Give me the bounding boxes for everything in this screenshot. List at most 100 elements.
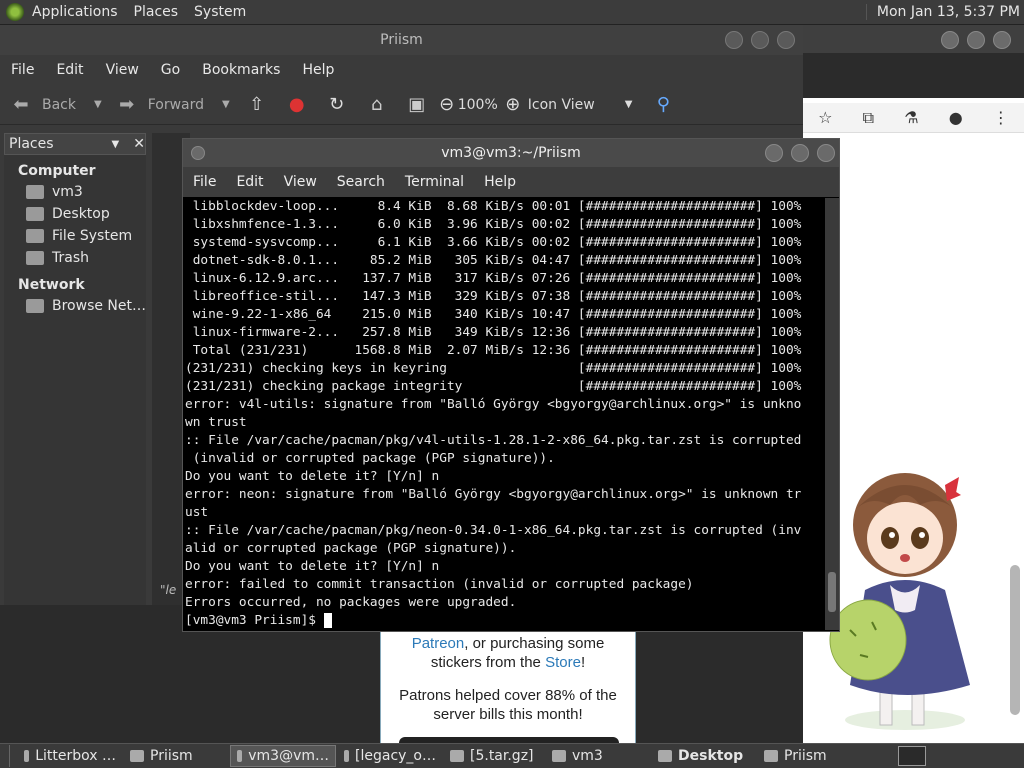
trash-icon <box>26 251 44 265</box>
taskbar-item[interactable]: Desktop <box>652 745 756 767</box>
terminal-line: linux-firmware-2... 257.8 MiB 349 KiB/s … <box>185 325 802 340</box>
fm-toolbar: ⬅ Back ▼ ➡ Forward ▼ ⇧ ● ↻ ⌂ ▣ ⊖ 100% ⊕ … <box>0 85 803 125</box>
minimize-icon[interactable] <box>941 31 959 49</box>
zoom-out-icon[interactable]: ⊖ <box>436 94 458 115</box>
maximize-icon[interactable] <box>967 31 985 49</box>
stop-icon[interactable]: ● <box>286 94 308 115</box>
taskbar-item-label: vm3@vm… <box>248 748 329 764</box>
terminal-line: error: v4l-utils: signature from "Balló … <box>185 397 802 412</box>
term-menu-view[interactable]: View <box>274 174 327 190</box>
maximize-icon[interactable] <box>751 31 769 49</box>
taskbar-item[interactable]: vm3 <box>546 745 650 767</box>
taskbar-item-label: vm3 <box>572 748 603 764</box>
chevron-down-icon[interactable]: ▼ <box>94 99 102 110</box>
patreon-link[interactable]: Patreon <box>412 635 465 652</box>
reload-icon[interactable]: ↻ <box>326 94 348 115</box>
taskbar-item[interactable]: [legacy_o… <box>338 745 442 767</box>
zoom-control[interactable]: ⊖ 100% ⊕ <box>436 94 524 115</box>
task-list: Litterbox … Priism vm3@vm… [legacy_o… [5.tar… <box>18 745 870 767</box>
scrollbar-thumb[interactable] <box>828 572 836 612</box>
term-menu-file[interactable]: File <box>183 174 226 190</box>
terminal-line: Errors occurred, no packages were upgrad… <box>185 595 517 610</box>
forward-button[interactable]: ➡ Forward ▼ <box>116 94 230 115</box>
back-button[interactable]: ⬅ Back ▼ <box>10 94 102 115</box>
terminal-line: systemd-sysvcomp... 6.1 KiB 3.66 KiB/s 0… <box>185 235 802 250</box>
mascot-illustration <box>829 473 970 730</box>
close-icon[interactable] <box>817 144 835 162</box>
term-menu-search[interactable]: Search <box>327 174 395 190</box>
term-menu-help[interactable]: Help <box>474 174 526 190</box>
close-icon[interactable] <box>777 31 795 49</box>
terminal-line: error: neon: signature from "Balló Györg… <box>185 487 802 502</box>
terminal-line: libxshmfence-1.3... 6.0 KiB 3.96 KiB/s 0… <box>185 217 802 232</box>
chevron-down-icon[interactable]: ▼ <box>112 139 120 150</box>
terminal-prompt-line[interactable]: [vm3@vm3 Priism]$ <box>185 612 825 630</box>
terminal-titlebar[interactable]: vm3@vm3:~/Priism <box>183 139 839 167</box>
fm-menu-help[interactable]: Help <box>291 62 345 78</box>
fm-menu-bookmarks[interactable]: Bookmarks <box>191 62 291 78</box>
taskbar-item[interactable]: Priism <box>124 745 228 767</box>
window-icon <box>344 750 350 762</box>
taskbar-item[interactable]: [5.tar.gz] <box>444 745 544 767</box>
taskbar-item-label: Desktop <box>678 748 744 764</box>
fm-titlebar[interactable]: Priism <box>0 25 803 55</box>
taskbar-item[interactable]: Litterbox … <box>18 745 122 767</box>
labs-flask-icon[interactable]: ⚗ <box>904 108 918 127</box>
sidebar-item-file-system[interactable]: File System <box>4 225 146 247</box>
maximize-icon[interactable] <box>791 144 809 162</box>
fm-menu-edit[interactable]: Edit <box>45 62 94 78</box>
browser-toolbar: ☆ ⧉ ⚗ ● ⋮ <box>803 103 1024 133</box>
term-menu-terminal[interactable]: Terminal <box>395 174 474 190</box>
minimize-icon[interactable] <box>725 31 743 49</box>
menu-kebab-icon[interactable]: ⋮ <box>993 108 1009 127</box>
sidebar-item-desktop[interactable]: Desktop <box>4 203 146 225</box>
workspace-switcher[interactable] <box>898 746 926 766</box>
terminal-prompt: [vm3@vm3 Priism]$ <box>185 613 324 628</box>
computer-icon[interactable]: ▣ <box>406 94 428 115</box>
close-icon[interactable] <box>993 31 1011 49</box>
sidebar-header[interactable]: Places ▼ ✕ <box>4 133 146 155</box>
patrons-text: Patrons helped cover 88% of the server b… <box>399 687 617 723</box>
view-mode-select[interactable]: Icon View ▼ <box>528 97 633 113</box>
desktop-folder-icon <box>26 207 44 221</box>
zoom-in-icon[interactable]: ⊕ <box>502 94 524 115</box>
fm-title: Priism <box>380 32 423 48</box>
sidebar-item-trash[interactable]: Trash <box>4 247 146 269</box>
terminal-line: alid or corrupted package (PGP signature… <box>185 541 517 556</box>
up-icon[interactable]: ⇧ <box>246 94 268 115</box>
extensions-icon[interactable]: ⧉ <box>863 108 874 128</box>
chevron-down-icon[interactable]: ▼ <box>222 99 230 110</box>
fm-menu-view[interactable]: View <box>95 62 150 78</box>
bookmark-star-icon[interactable]: ☆ <box>818 108 832 127</box>
profile-icon[interactable]: ● <box>949 108 963 127</box>
system-menu[interactable]: System <box>186 4 254 20</box>
top-panel: Applications Places System Mon Jan 13, 5… <box>0 0 1024 25</box>
sidebar-item-browse-network[interactable]: Browse Net… <box>4 295 146 317</box>
fm-menu-file[interactable]: File <box>0 62 45 78</box>
window-icon <box>24 750 30 762</box>
browser-scrollbar[interactable] <box>1010 565 1020 715</box>
sidebar-item-vm3[interactable]: vm3 <box>4 181 146 203</box>
applications-menu[interactable]: Applications <box>24 4 126 20</box>
search-icon[interactable]: ⚲ <box>652 94 674 115</box>
taskbar-item[interactable]: vm3@vm… <box>230 745 336 767</box>
taskbar-item[interactable]: Priism <box>758 745 868 767</box>
terminal-line: (231/231) checking keys in keyring [####… <box>185 361 802 376</box>
minimize-icon[interactable] <box>765 144 783 162</box>
store-link[interactable]: Store <box>545 654 581 671</box>
places-menu[interactable]: Places <box>126 4 187 20</box>
terminal-output[interactable]: libblockdev-loop... 8.4 KiB 8.68 KiB/s 0… <box>185 198 825 630</box>
home-folder-icon[interactable]: ⌂ <box>366 94 388 115</box>
taskbar-item-label: Priism <box>150 748 193 764</box>
terminal-line: libreoffice-stil... 147.3 MiB 329 KiB/s … <box>185 289 802 304</box>
window-menu-icon[interactable] <box>191 146 205 160</box>
browser-titlebar[interactable] <box>803 25 1024 53</box>
term-menu-edit[interactable]: Edit <box>226 174 273 190</box>
clock[interactable]: Mon Jan 13, 5:37 PM <box>865 4 1020 20</box>
fm-menu-go[interactable]: Go <box>150 62 191 78</box>
close-icon[interactable]: ✕ <box>133 136 145 152</box>
distro-logo-icon[interactable] <box>6 3 24 21</box>
network-icon <box>26 299 44 313</box>
terminal-scrollbar[interactable] <box>825 198 839 630</box>
terminal-line: dotnet-sdk-8.0.1... 85.2 MiB 305 KiB/s 0… <box>185 253 802 268</box>
